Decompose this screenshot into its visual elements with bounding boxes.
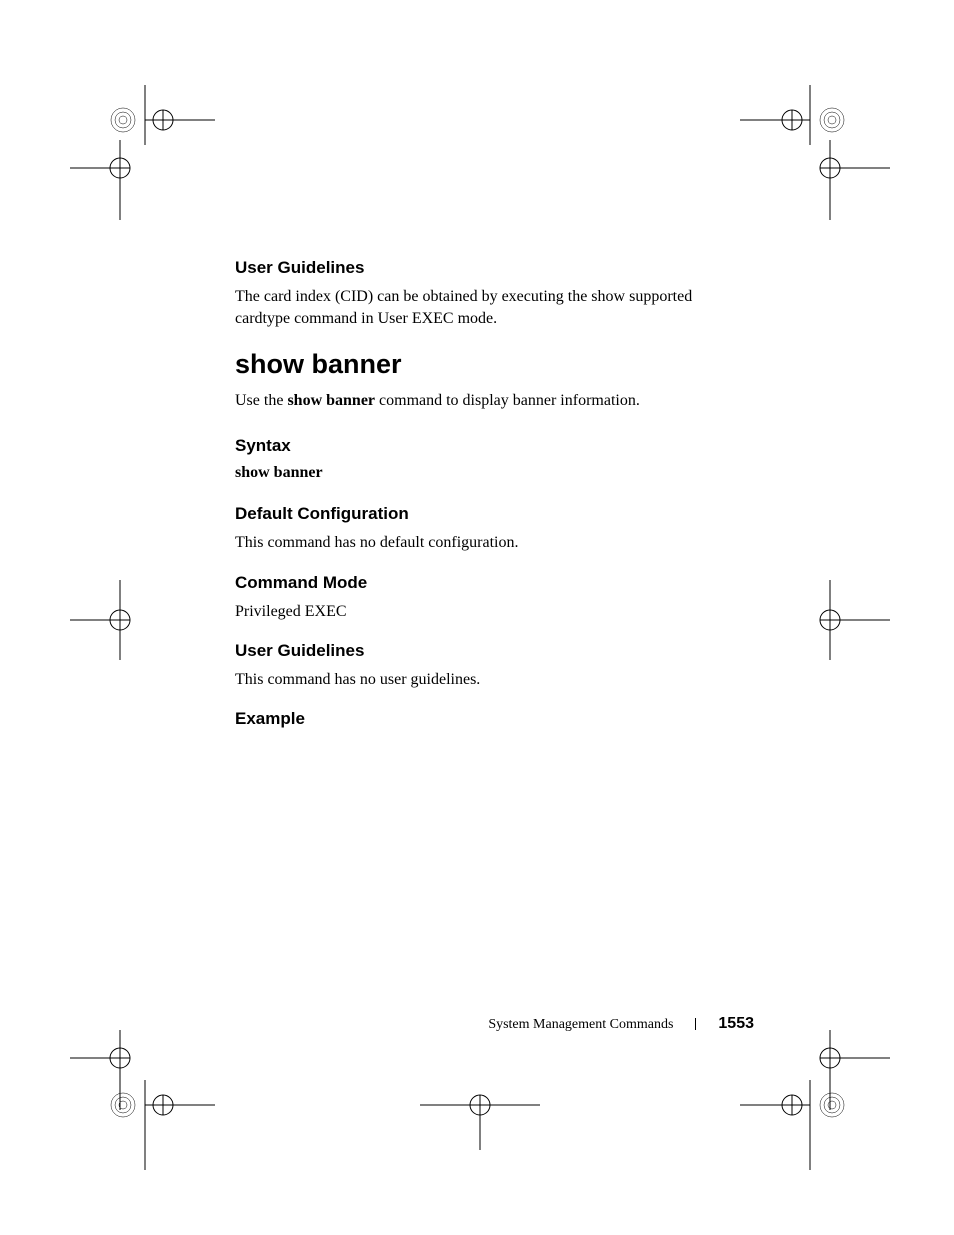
intro-command-name: show banner	[287, 392, 375, 409]
footer-separator	[695, 1018, 696, 1030]
syntax-body: show banner	[235, 464, 735, 482]
user-guidelines-body: The card index (CID) can be obtained by …	[235, 286, 735, 331]
footer-page-number: 1553	[718, 1015, 754, 1032]
example-heading: Example	[235, 709, 735, 729]
user-guidelines-heading: User Guidelines	[235, 258, 735, 278]
reg-mark-icon	[70, 140, 190, 220]
command-intro: Use the show banner command to display b…	[235, 390, 735, 412]
command-mode-body: Privileged EXEC	[235, 601, 735, 623]
reg-mark-icon	[770, 580, 890, 660]
reg-mark-icon	[420, 1070, 540, 1150]
command-mode-heading: Command Mode	[235, 573, 735, 593]
syntax-heading: Syntax	[235, 436, 735, 456]
intro-suffix: command to display banner information.	[375, 392, 640, 409]
user-guidelines2-body: This command has no user guidelines.	[235, 669, 735, 691]
reg-mark-icon	[770, 140, 890, 220]
page-content: User Guidelines The card index (CID) can…	[235, 258, 735, 737]
intro-prefix: Use the	[235, 392, 287, 409]
default-config-heading: Default Configuration	[235, 504, 735, 524]
reg-mark-icon	[740, 1070, 860, 1170]
footer-section-title: System Management Commands	[488, 1017, 673, 1032]
reg-mark-icon	[95, 1070, 215, 1170]
default-config-body: This command has no default configuratio…	[235, 532, 735, 554]
page-footer: System Management Commands 1553	[488, 1015, 754, 1033]
command-title: show banner	[235, 349, 735, 380]
user-guidelines2-heading: User Guidelines	[235, 641, 735, 661]
reg-mark-icon	[70, 580, 190, 660]
